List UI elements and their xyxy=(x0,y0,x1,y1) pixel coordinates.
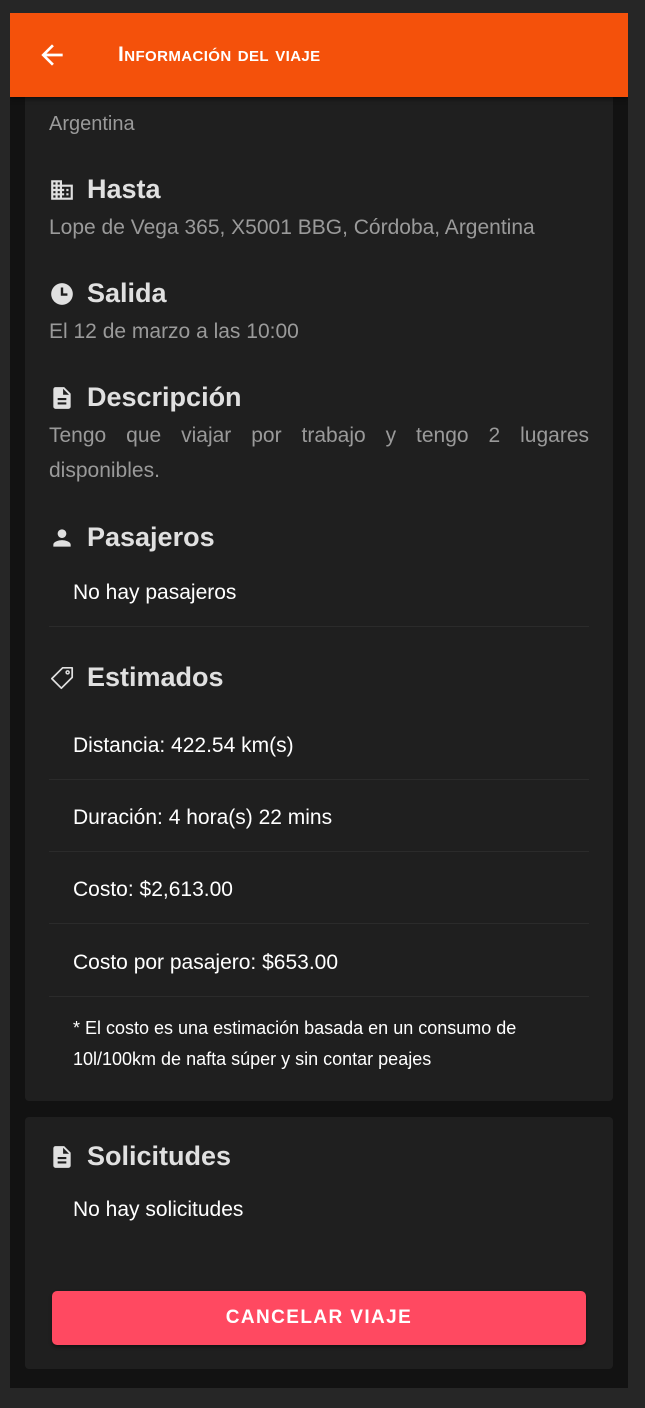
section-requests: Solicitudes xyxy=(49,1141,231,1172)
estimate-duration: Duración: 4 hora(s) 22 mins xyxy=(73,806,333,829)
section-to-label: Hasta xyxy=(87,174,161,204)
document-icon xyxy=(49,1144,75,1170)
section-passengers: Pasajeros xyxy=(49,522,215,553)
cost-disclaimer: * El costo es una estimación basada en u… xyxy=(73,1018,517,1069)
building-icon xyxy=(49,177,75,203)
passengers-empty-text: No hay pasajeros xyxy=(73,581,237,604)
requests-card: Solicitudes No hay solicitudes CANCELAR … xyxy=(25,1117,613,1369)
cancel-trip-button[interactable]: CANCELAR VIAJE xyxy=(52,1291,586,1345)
divider xyxy=(49,996,589,997)
estimate-distance: Distancia: 422.54 km(s) xyxy=(73,734,294,757)
section-to: Hasta xyxy=(49,174,161,205)
section-passengers-label: Pasajeros xyxy=(87,522,215,552)
back-button[interactable] xyxy=(36,39,68,71)
section-description-label: Descripción xyxy=(87,382,242,412)
requests-empty-text: No hay solicitudes xyxy=(73,1198,244,1221)
trip-info-card: Argentina Hasta Lope de Vega 365, X5001 … xyxy=(25,73,613,1101)
trip-description: Tengo que viajar por trabajo y tengo 2 l… xyxy=(49,424,589,482)
tag-icon xyxy=(49,665,75,691)
top-app-bar: Información del viaje xyxy=(10,13,628,97)
divider xyxy=(49,626,589,627)
page-title: Información del viaje xyxy=(118,43,321,66)
divider xyxy=(49,923,589,924)
clock-icon xyxy=(49,281,75,307)
section-estimates-label: Estimados xyxy=(87,662,224,692)
section-departure: Salida xyxy=(49,278,167,309)
person-icon xyxy=(49,525,75,551)
divider xyxy=(49,851,589,852)
divider xyxy=(49,779,589,780)
section-description: Descripción xyxy=(49,382,242,413)
estimate-cost: Costo: $2,613.00 xyxy=(73,878,233,901)
section-estimates: Estimados xyxy=(49,662,224,693)
estimate-cost-per-passenger: Costo por pasajero: $653.00 xyxy=(73,951,339,974)
app-screen: Información del viaje Argentina Hasta Lo… xyxy=(10,13,628,1388)
section-departure-label: Salida xyxy=(87,278,167,308)
from-address-tail: Argentina xyxy=(49,113,135,135)
arrow-left-icon xyxy=(41,44,63,66)
departure-time: El 12 de marzo a las 10:00 xyxy=(49,320,299,343)
to-address: Lope de Vega 365, X5001 BBG, Córdoba, Ar… xyxy=(49,216,535,239)
section-requests-label: Solicitudes xyxy=(87,1141,232,1171)
document-icon xyxy=(49,385,75,411)
